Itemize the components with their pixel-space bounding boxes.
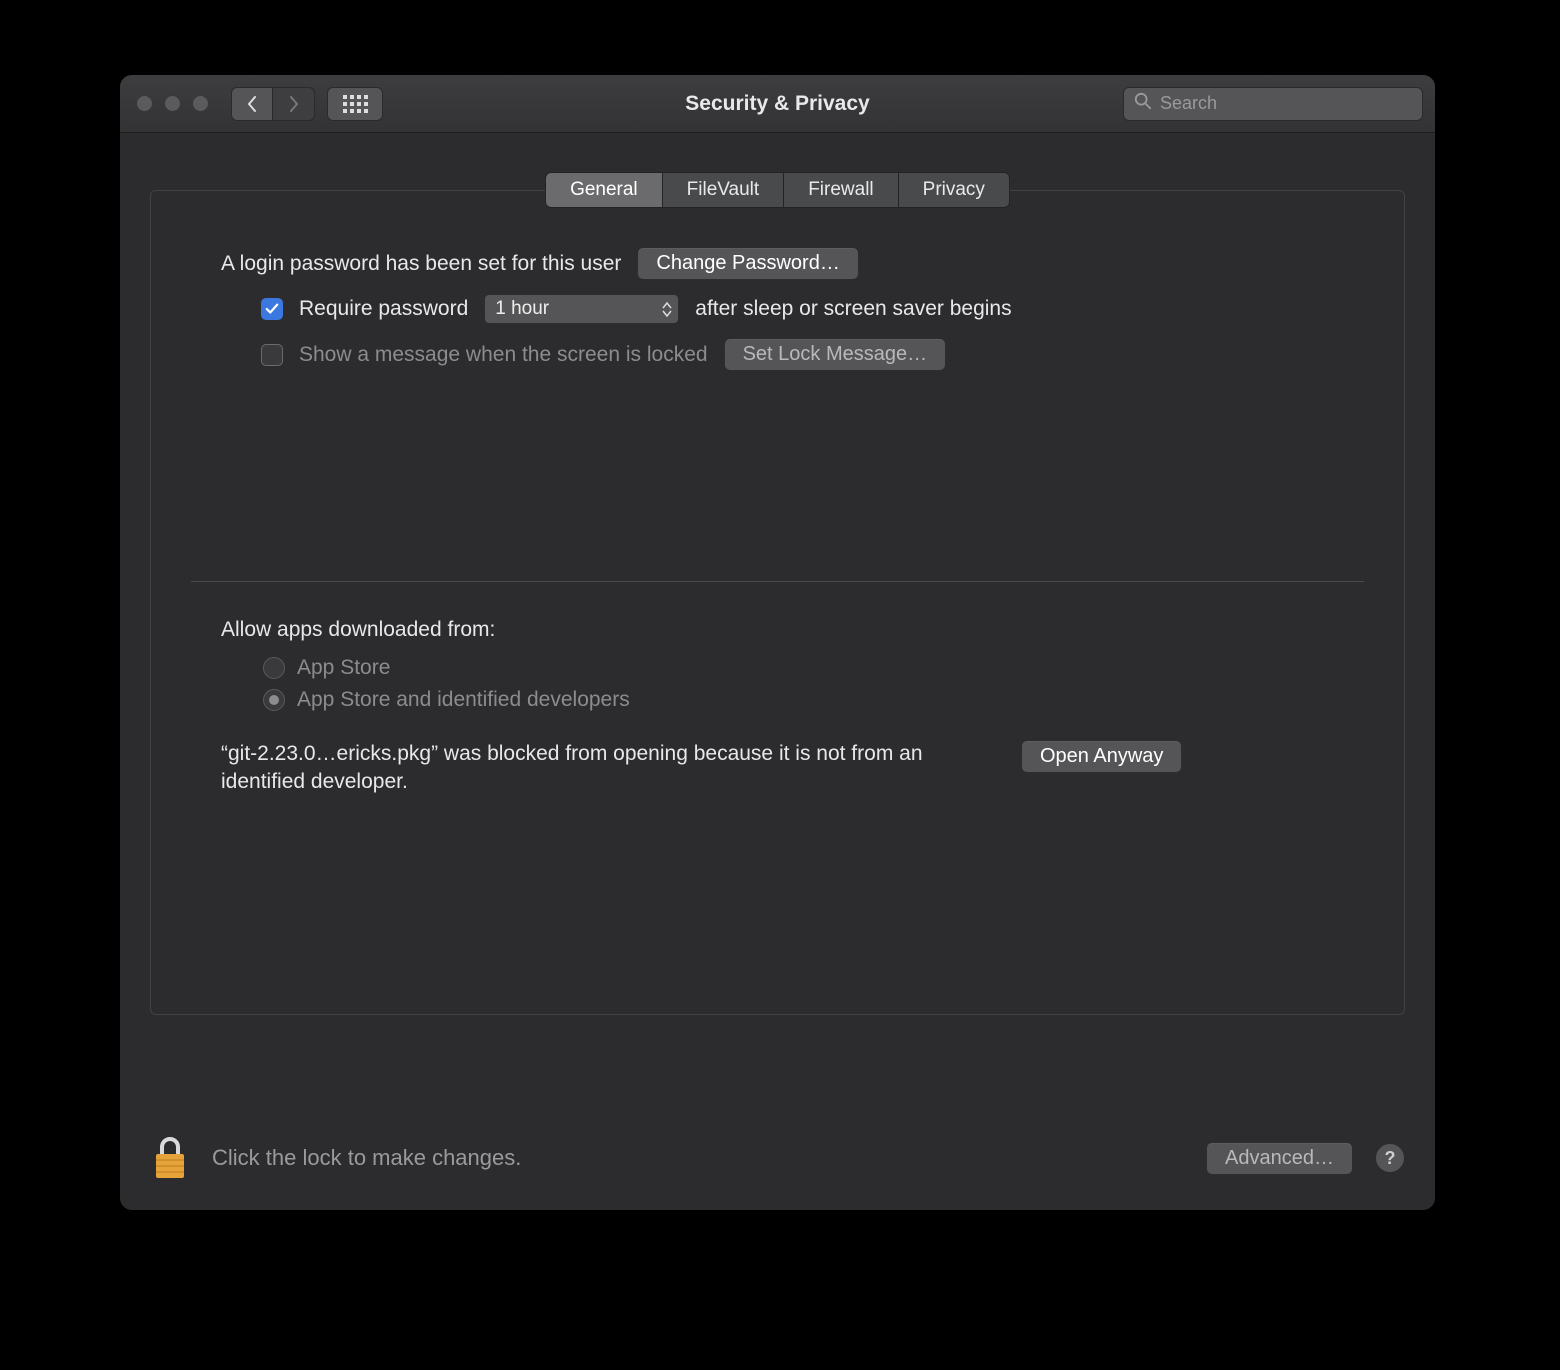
titlebar: Security & Privacy bbox=[120, 75, 1435, 133]
zoom-window-button[interactable] bbox=[192, 95, 209, 112]
preferences-window: Security & Privacy General FileVault Fir… bbox=[120, 75, 1435, 1210]
allow-apps-heading: Allow apps downloaded from: bbox=[221, 618, 1334, 642]
lock-hint-text: Click the lock to make changes. bbox=[212, 1145, 521, 1171]
advanced-button[interactable]: Advanced… bbox=[1206, 1142, 1353, 1175]
lock-icon[interactable] bbox=[150, 1134, 190, 1182]
nav-buttons bbox=[231, 87, 315, 121]
change-password-button[interactable]: Change Password… bbox=[637, 247, 858, 280]
show-all-button[interactable] bbox=[327, 87, 383, 121]
tab-privacy[interactable]: Privacy bbox=[898, 173, 1009, 207]
require-password-checkbox[interactable] bbox=[261, 298, 283, 320]
search-icon bbox=[1134, 92, 1152, 115]
section-divider bbox=[191, 581, 1364, 582]
login-password-text: A login password has been set for this u… bbox=[221, 252, 621, 276]
window-controls bbox=[136, 95, 209, 112]
require-password-label-before: Require password bbox=[299, 297, 468, 321]
tab-filevault[interactable]: FileVault bbox=[662, 173, 784, 207]
show-lock-message-checkbox[interactable] bbox=[261, 344, 283, 366]
require-password-delay-select[interactable]: 1 hour bbox=[484, 294, 679, 324]
search-input[interactable] bbox=[1160, 93, 1412, 114]
allow-apps-radio-identified[interactable] bbox=[263, 689, 285, 711]
forward-button[interactable] bbox=[273, 87, 315, 121]
set-lock-message-button[interactable]: Set Lock Message… bbox=[724, 338, 947, 371]
minimize-window-button[interactable] bbox=[164, 95, 181, 112]
allow-apps-label-identified: App Store and identified developers bbox=[297, 688, 630, 712]
tab-bar: General FileVault Firewall Privacy bbox=[150, 172, 1405, 208]
stepper-icon bbox=[662, 302, 672, 317]
require-password-delay-value: 1 hour bbox=[495, 298, 549, 320]
tab-firewall[interactable]: Firewall bbox=[783, 173, 897, 207]
tab-general[interactable]: General bbox=[546, 173, 662, 207]
footer: Click the lock to make changes. Advanced… bbox=[150, 1134, 1405, 1182]
require-password-label-after: after sleep or screen saver begins bbox=[695, 297, 1011, 321]
help-button[interactable]: ? bbox=[1375, 1143, 1405, 1173]
back-button[interactable] bbox=[231, 87, 273, 121]
show-lock-message-label: Show a message when the screen is locked bbox=[299, 343, 708, 367]
general-panel: A login password has been set for this u… bbox=[150, 190, 1405, 1015]
search-field[interactable] bbox=[1123, 87, 1423, 121]
allow-apps-radio-appstore[interactable] bbox=[263, 657, 285, 679]
blocked-app-text: “git-2.23.0…ericks.pkg” was blocked from… bbox=[221, 740, 981, 797]
close-window-button[interactable] bbox=[136, 95, 153, 112]
allow-apps-label-appstore: App Store bbox=[297, 656, 390, 680]
grid-icon bbox=[343, 95, 368, 113]
open-anyway-button[interactable]: Open Anyway bbox=[1021, 740, 1182, 773]
